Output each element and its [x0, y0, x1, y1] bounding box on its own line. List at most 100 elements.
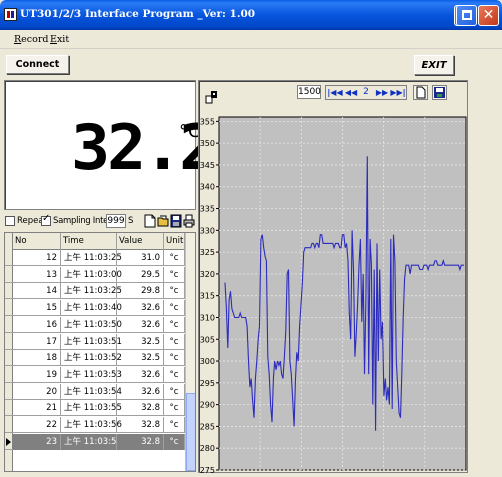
sampling-interval-input[interactable]: 999	[106, 214, 126, 228]
table-row[interactable]: 13 上午 11:03:00 29.5 °c	[5, 266, 185, 283]
cell-value: 32.8	[117, 417, 164, 433]
cell-time: 上午 11:03:53	[61, 366, 122, 383]
cell-no: 17	[13, 333, 61, 350]
rewind-icon[interactable]: ◀◀	[343, 86, 359, 99]
repeat-checkbox[interactable]	[5, 216, 15, 226]
cell-no: 20	[13, 383, 61, 400]
cell-time: 上午 11:03:25	[61, 250, 122, 266]
sampling-interval-checkbox[interactable]	[41, 213, 51, 226]
col-no[interactable]: No	[13, 233, 61, 250]
new-file-icon[interactable]	[144, 214, 156, 228]
cell-no: 18	[13, 350, 61, 367]
cell-no: 15	[13, 300, 61, 317]
new-page-icon	[416, 86, 426, 99]
cell-value: 32.6	[117, 383, 164, 400]
menu-record[interactable]: Record	[14, 34, 48, 45]
cell-value: 32.5	[117, 350, 164, 367]
col-unit[interactable]: Unit	[164, 233, 185, 250]
cell-value: 32.5	[117, 333, 164, 350]
cell-no: 12	[13, 250, 61, 266]
sampling-controls: Repeat Sampling Interval 999 S	[4, 212, 196, 230]
col-value[interactable]: Value	[117, 233, 164, 250]
cell-time: 上午 11:03:51	[61, 333, 122, 350]
skip-last-icon[interactable]: ▶▶|	[390, 86, 406, 99]
interval-unit-label: S	[128, 216, 134, 226]
cell-time: 上午 11:03:54	[61, 383, 122, 400]
menu-exit[interactable]: Exit	[50, 34, 69, 45]
table-scrollbar[interactable]	[185, 233, 195, 471]
reading-display: 32.2 °C	[4, 80, 218, 210]
fast-forward-icon[interactable]: ▶▶	[374, 86, 390, 99]
cell-unit: °c	[164, 333, 185, 350]
col-time[interactable]: Time	[61, 233, 117, 250]
exit-button[interactable]: EXIT	[414, 55, 454, 75]
save-disk-icon	[434, 87, 445, 98]
cell-time: 上午 11:03:57	[61, 433, 122, 450]
table-scroll-thumb[interactable]	[186, 393, 195, 471]
menu-bar: Record Exit	[0, 30, 502, 49]
cell-unit: °c	[164, 283, 185, 300]
cell-unit: °c	[164, 266, 185, 283]
open-folder-icon[interactable]	[157, 214, 169, 228]
title-bar[interactable]: UT301/2/3 Interface Program _Ver: 1.00 ✕	[0, 0, 502, 30]
cell-unit: °c	[164, 366, 185, 383]
table-row[interactable]: 14 上午 11:03:25 29.8 °c	[5, 283, 185, 300]
table-row[interactable]: 18 上午 11:03:52 32.5 °c	[5, 350, 185, 367]
table-row[interactable]: 12 上午 11:03:25 31.0 °c	[5, 250, 185, 266]
cell-unit: °c	[164, 350, 185, 367]
table-row[interactable]: 15 上午 11:03:40 32.6 °c	[5, 300, 185, 317]
cell-value: 32.6	[117, 366, 164, 383]
cell-time: 上午 11:03:56	[61, 417, 122, 433]
table-row[interactable]: 21 上午 11:03:55 32.8 °c	[5, 400, 185, 417]
cell-no: 21	[13, 400, 61, 417]
cell-time: 上午 11:03:52	[61, 350, 122, 367]
cell-no: 13	[13, 266, 61, 283]
cell-unit: °c	[164, 433, 185, 450]
cell-no: 22	[13, 417, 61, 433]
table-row[interactable]: 23 上午 11:03:57 32.8 °c	[5, 433, 185, 450]
cell-unit: °c	[164, 400, 185, 417]
table-row[interactable]: 17 上午 11:03:51 32.5 °c	[5, 333, 185, 350]
chart-view-icon[interactable]	[205, 90, 219, 104]
table-header: No Time Value Unit	[5, 233, 185, 250]
connect-button[interactable]: Connect	[6, 55, 69, 74]
cell-time: 上午 11:03:50	[61, 316, 122, 333]
app-icon	[4, 8, 17, 21]
cell-value: 32.8	[117, 433, 164, 450]
cell-value: 32.8	[117, 400, 164, 417]
cell-no: 14	[13, 283, 61, 300]
page-number[interactable]: 2	[359, 86, 373, 99]
cell-value: 29.5	[117, 266, 164, 283]
cell-no: 23	[13, 433, 61, 450]
table-row[interactable]: 16 上午 11:03:50 32.6 °c	[5, 316, 185, 333]
new-chart-button[interactable]	[413, 85, 428, 100]
cell-time: 上午 11:03:40	[61, 300, 122, 317]
cell-unit: °c	[164, 300, 185, 317]
cell-no: 19	[13, 366, 61, 383]
maximize-button[interactable]	[456, 5, 477, 26]
cell-unit: °c	[164, 250, 185, 266]
print-icon[interactable]	[183, 214, 195, 228]
save-chart-button[interactable]	[432, 85, 447, 100]
table-row[interactable]: 22 上午 11:03:56 32.8 °c	[5, 417, 185, 433]
cell-unit: °c	[164, 417, 185, 433]
cell-unit: °c	[164, 383, 185, 400]
cell-value: 31.0	[117, 250, 164, 266]
table-row[interactable]: 20 上午 11:03:54 32.6 °c	[5, 383, 185, 400]
cell-value: 32.6	[117, 300, 164, 317]
cell-no: 16	[13, 316, 61, 333]
cell-time: 上午 11:03:00	[61, 266, 122, 283]
current-row-marker-icon	[6, 437, 11, 446]
save-icon[interactable]	[170, 214, 182, 228]
window-right-edge	[476, 80, 498, 473]
close-button[interactable]: ✕	[478, 5, 499, 26]
skip-first-icon[interactable]: |◀◀	[327, 86, 343, 99]
close-icon: ✕	[482, 7, 495, 23]
point-count-field[interactable]: 1500	[297, 85, 321, 99]
window-title: UT301/2/3 Interface Program _Ver: 1.00	[20, 8, 256, 20]
maximize-icon	[462, 10, 472, 20]
table-row[interactable]: 19 上午 11:03:53 32.6 °c	[5, 366, 185, 383]
cell-value: 29.8	[117, 283, 164, 300]
cell-value: 32.6	[117, 316, 164, 333]
cell-time: 上午 11:03:25	[61, 283, 122, 300]
